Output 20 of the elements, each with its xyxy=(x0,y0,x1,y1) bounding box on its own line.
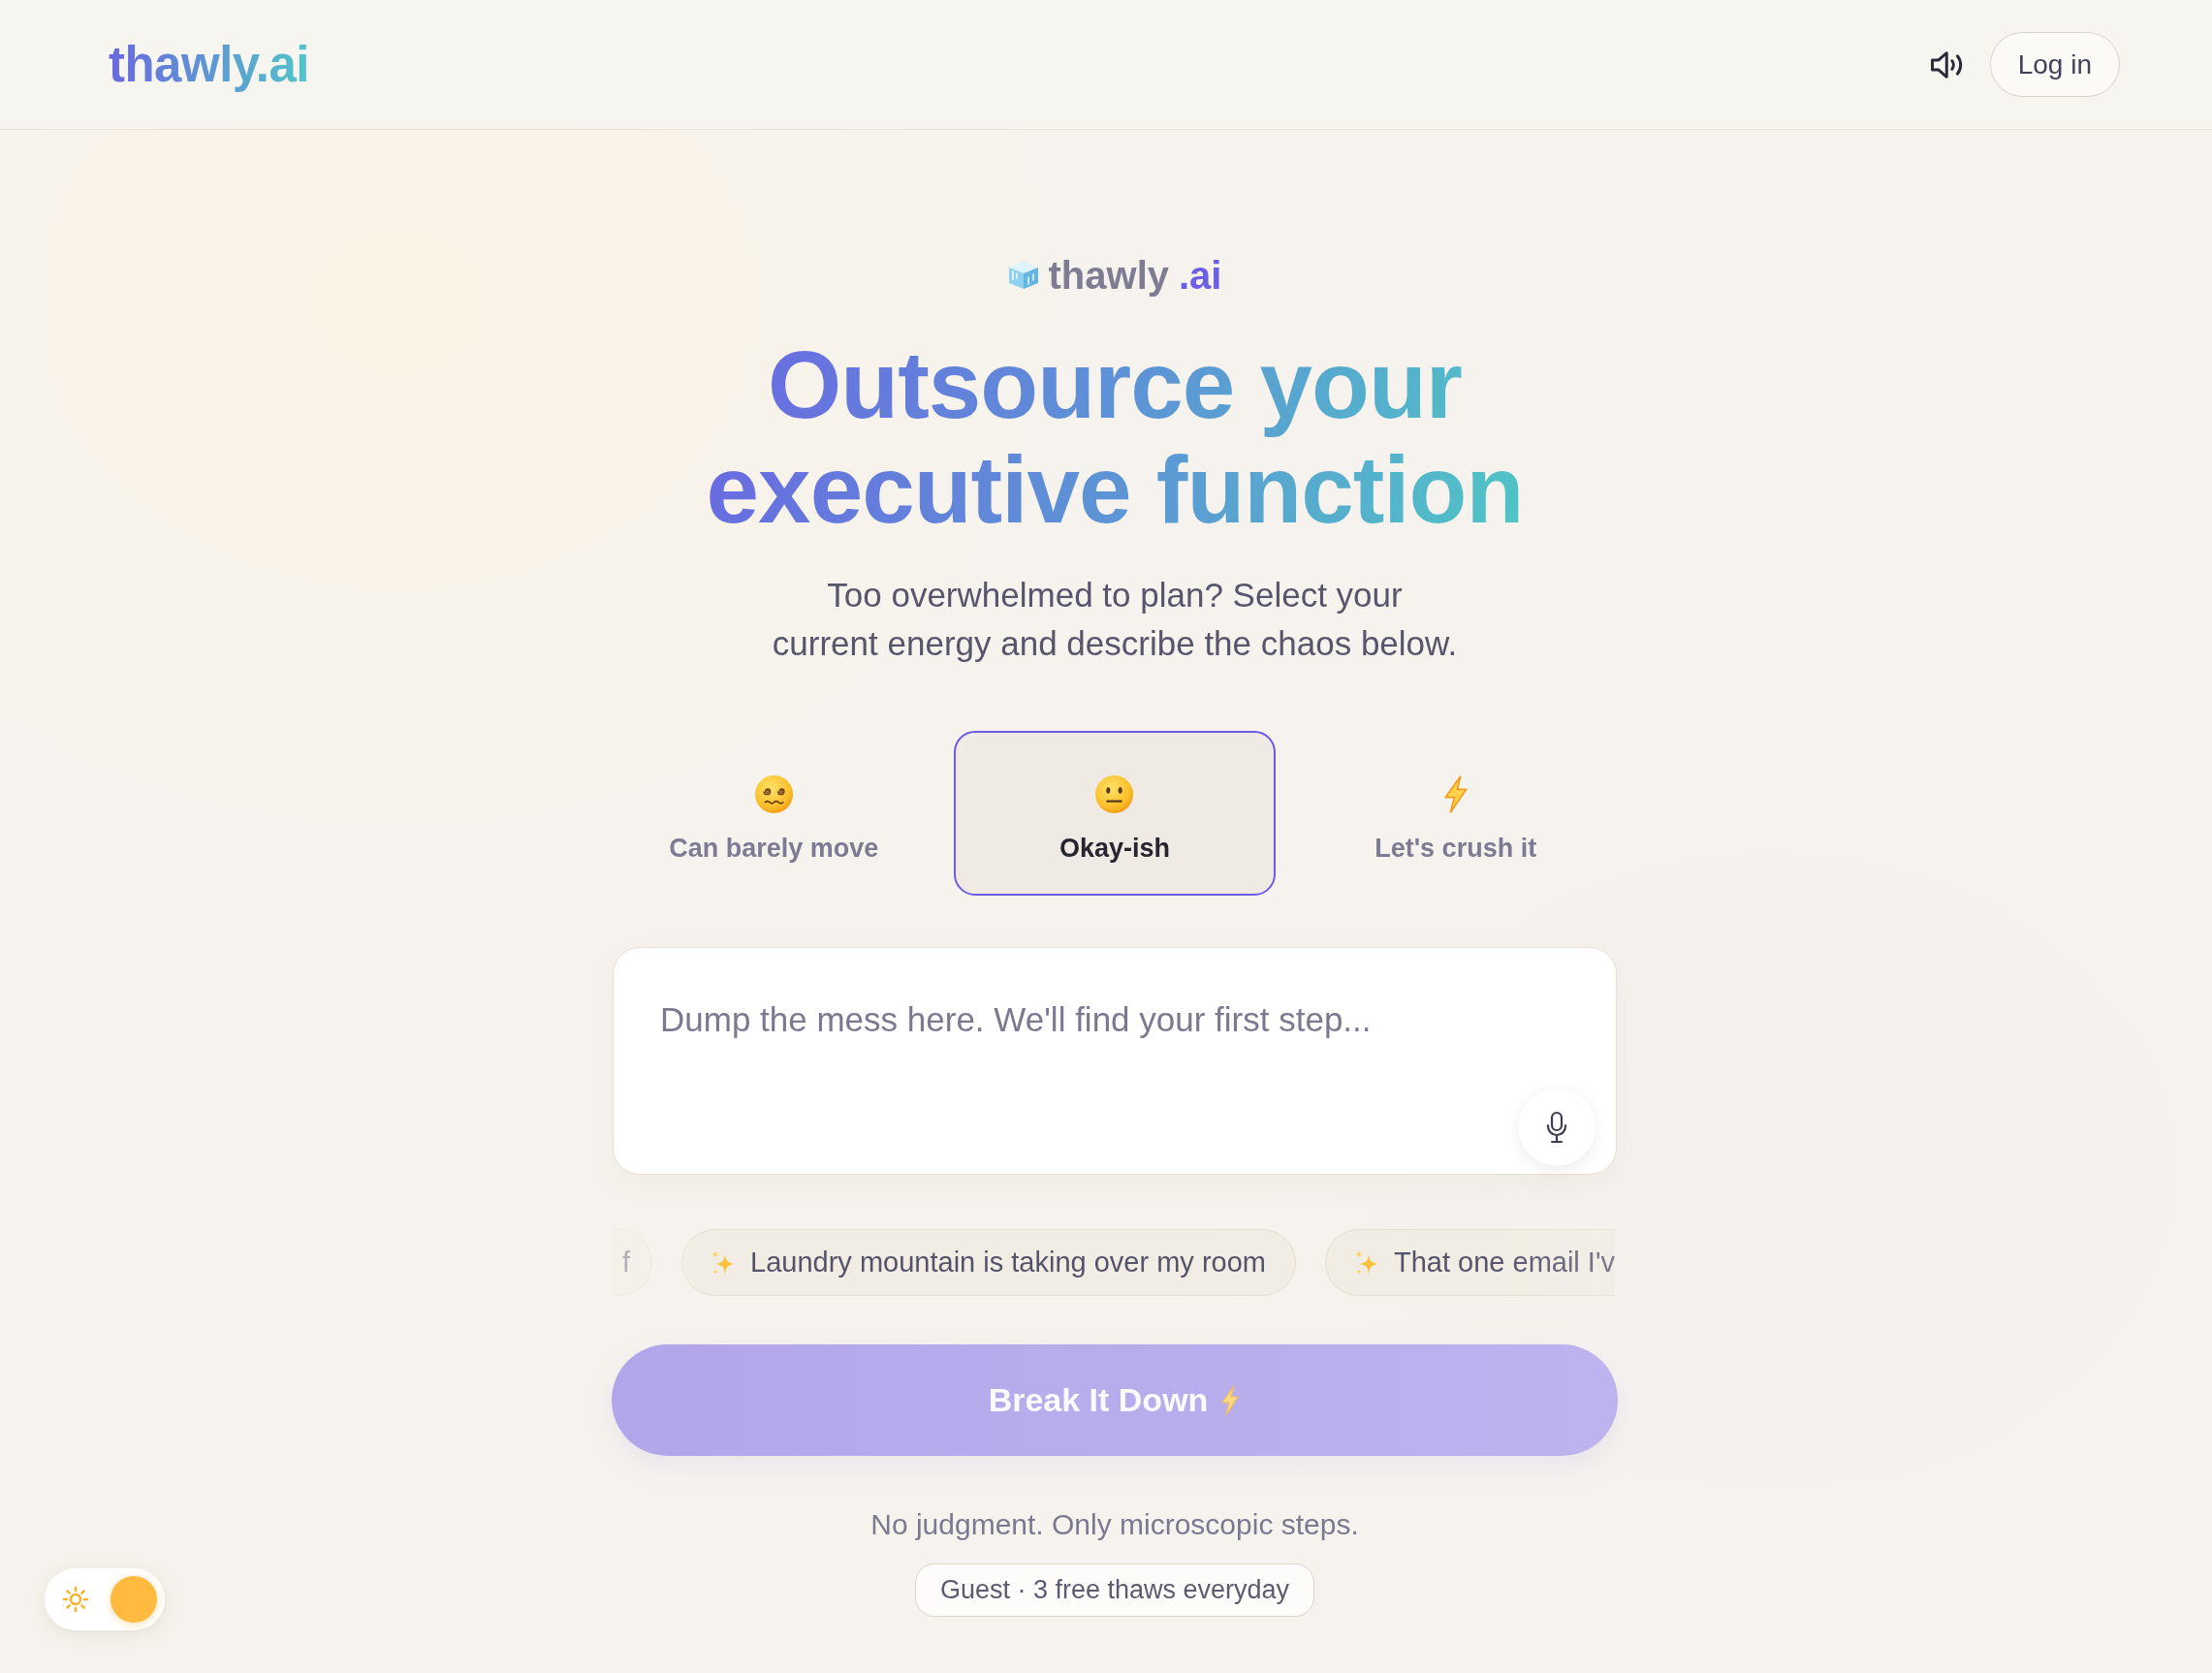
ice-cube-icon xyxy=(1007,261,1039,290)
usage-badge: Guest · 3 free thaws everyday xyxy=(914,1563,1315,1617)
suggestion-chip[interactable]: Laundry mountain is taking over my room xyxy=(681,1229,1296,1296)
neutral-face-icon xyxy=(1094,774,1135,814)
logo-name: thawly xyxy=(1048,253,1169,299)
task-input[interactable]: Dump the mess here. We'll find your first step... xyxy=(613,947,1617,1175)
suggestion-chip[interactable]: That one email I'v xyxy=(1325,1229,1615,1296)
toggle-knob[interactable] xyxy=(111,1576,157,1623)
reassurance-note: No judgment. Only microscopic steps. xyxy=(870,1507,1359,1542)
theme-toggle[interactable] xyxy=(45,1568,165,1630)
subtitle: Too overwhelmed to plan? Select your current energy and describe the chaos below. xyxy=(771,575,1459,664)
login-button[interactable]: Log in xyxy=(1989,32,2120,97)
suggestion-chip[interactable]: f xyxy=(613,1229,653,1296)
logo-suffix: .ai xyxy=(1179,253,1222,299)
energy-option[interactable]: Can barely move xyxy=(613,731,935,896)
energy-option[interactable]: Okay-ish xyxy=(953,731,1277,896)
dizzy-face-icon xyxy=(753,774,794,814)
energy-option[interactable]: Let's crush it xyxy=(1294,731,1617,896)
sun-icon xyxy=(61,1585,90,1614)
microphone-icon xyxy=(1545,1111,1568,1144)
